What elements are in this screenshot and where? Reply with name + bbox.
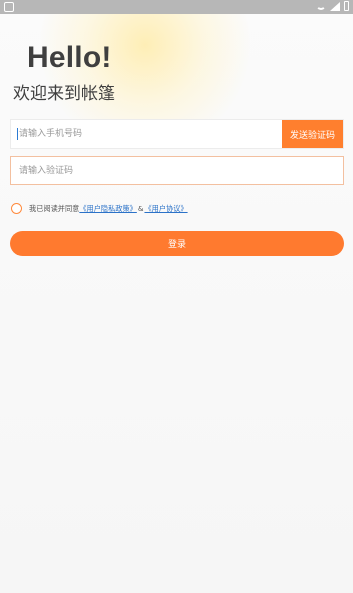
notification-icon: [4, 2, 14, 12]
user-agreement-link[interactable]: 《用户协议》: [144, 204, 187, 214]
agreement-text: 我已阅读并同意: [29, 203, 80, 213]
text-caret: [17, 128, 18, 140]
login-screen: Hello! 欢迎来到帐篷 发送验证码 我已阅读并同意 《用户隐私政策》 & 《…: [0, 0, 353, 593]
privacy-policy-link[interactable]: 《用户隐私政策》: [79, 204, 137, 214]
hello-title: Hello!: [27, 41, 112, 74]
agreement-ampersand: &: [137, 204, 144, 213]
verification-code-input[interactable]: [11, 157, 343, 184]
wifi-icon: [316, 2, 326, 10]
phone-input[interactable]: [11, 120, 283, 148]
welcome-subtitle: 欢迎来到帐篷: [13, 84, 115, 104]
code-field-row: [10, 156, 344, 185]
phone-field-row: 发送验证码: [10, 119, 344, 149]
battery-icon: [344, 1, 349, 11]
status-bar: [0, 0, 353, 14]
agreement-radio[interactable]: [11, 203, 22, 214]
status-icons: [316, 1, 349, 11]
agreement-row: 我已阅读并同意 《用户隐私政策》 & 《用户协议》: [11, 202, 188, 215]
login-button[interactable]: 登录: [10, 231, 344, 256]
signal-icon: [330, 1, 340, 11]
send-code-button[interactable]: 发送验证码: [282, 120, 343, 148]
